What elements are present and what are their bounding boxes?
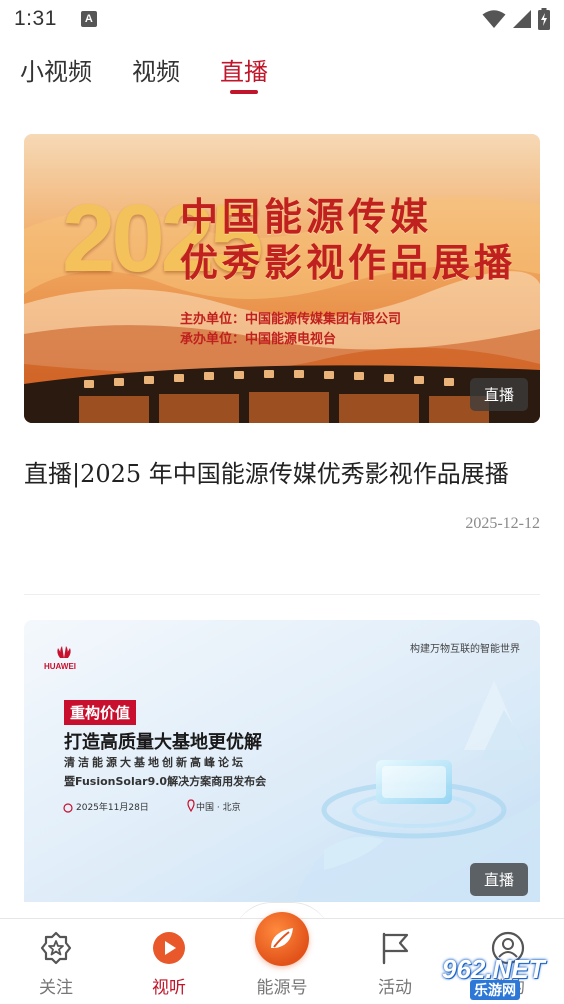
thumbnail-subtitle-2: 暨FusionSolar9.0解决方案商用发布会 [64, 775, 267, 788]
flag-icon [378, 931, 412, 965]
thumbnail-title-line2: 优秀影视作品展播 [180, 241, 517, 285]
signal-icon [513, 10, 531, 28]
battery-icon [538, 8, 550, 30]
thumbnail-slogan: 构建万物互联的智能世界 [410, 644, 520, 655]
card-thumbnail[interactable]: HUAWEI 构建万物互联的智能世界 重构价值 打造高质量大基地更优解 清洁能源… [24, 620, 540, 902]
live-badge: 直播 [469, 863, 528, 896]
leaf-icon [271, 928, 293, 948]
nav-label: 能源号 [256, 978, 308, 998]
live-card[interactable]: HUAWEI 构建万物互联的智能世界 重构价值 打造高质量大基地更优解 清洁能源… [24, 620, 540, 902]
thumbnail-location: 中国 · 北京 [196, 803, 241, 813]
thumbnail-date: 2025年11月28日 [76, 803, 149, 813]
brand-name: HUAWEI [44, 662, 76, 671]
status-time: 1:31 [14, 7, 57, 30]
thumbnail-co-organizer: 承办单位：中国能源电视台 [180, 332, 337, 347]
thumbnail-tag: 重构价值 [64, 700, 137, 725]
watermark-site: 乐游网 [470, 980, 520, 1000]
nav-label: 关注 [39, 978, 73, 998]
card-date: 2025-12-12 [465, 515, 540, 532]
watermark: 962.NET 乐游网 [424, 952, 560, 1000]
live-card[interactable]: 2025 中国能源传媒 优秀影视作品展播 主办单位：中国能源传媒集团有限公司 承… [24, 134, 540, 533]
tab-live[interactable]: 直播 [220, 52, 268, 87]
thumbnail-organizer: 主办单位：中国能源传媒集团有限公司 [180, 312, 402, 327]
wifi-icon [482, 10, 506, 28]
status-icons [482, 8, 550, 30]
tab-video[interactable]: 视频 [132, 52, 180, 87]
nav-label: 视听 [152, 978, 186, 998]
card-title[interactable]: 直播|2025 年中国能源传媒优秀影视作品展播 [24, 451, 540, 497]
card-divider [24, 594, 540, 595]
thumbnail-subtitle-1: 清洁能源大基地创新高峰论坛 [64, 756, 246, 769]
notification-icon: A [80, 11, 97, 27]
tab-active-indicator [230, 90, 258, 94]
status-bar: 1:31 A [0, 0, 564, 38]
nav-center-button[interactable] [255, 912, 309, 966]
card-thumbnail[interactable]: 2025 中国能源传媒 优秀影视作品展播 主办单位：中国能源传媒集团有限公司 承… [24, 134, 540, 423]
tab-bar: 小视频 视频 直播 [0, 48, 564, 104]
nav-media[interactable]: 视听 [124, 919, 214, 1004]
play-icon [152, 931, 186, 965]
live-badge: 直播 [469, 378, 528, 411]
nav-label: 活动 [378, 978, 412, 998]
tab-short-video[interactable]: 小视频 [20, 52, 92, 87]
thumbnail-headline: 打造高质量大基地更优解 [64, 732, 262, 753]
star-badge-icon [39, 931, 73, 965]
nav-follow[interactable]: 关注 [11, 919, 101, 1004]
